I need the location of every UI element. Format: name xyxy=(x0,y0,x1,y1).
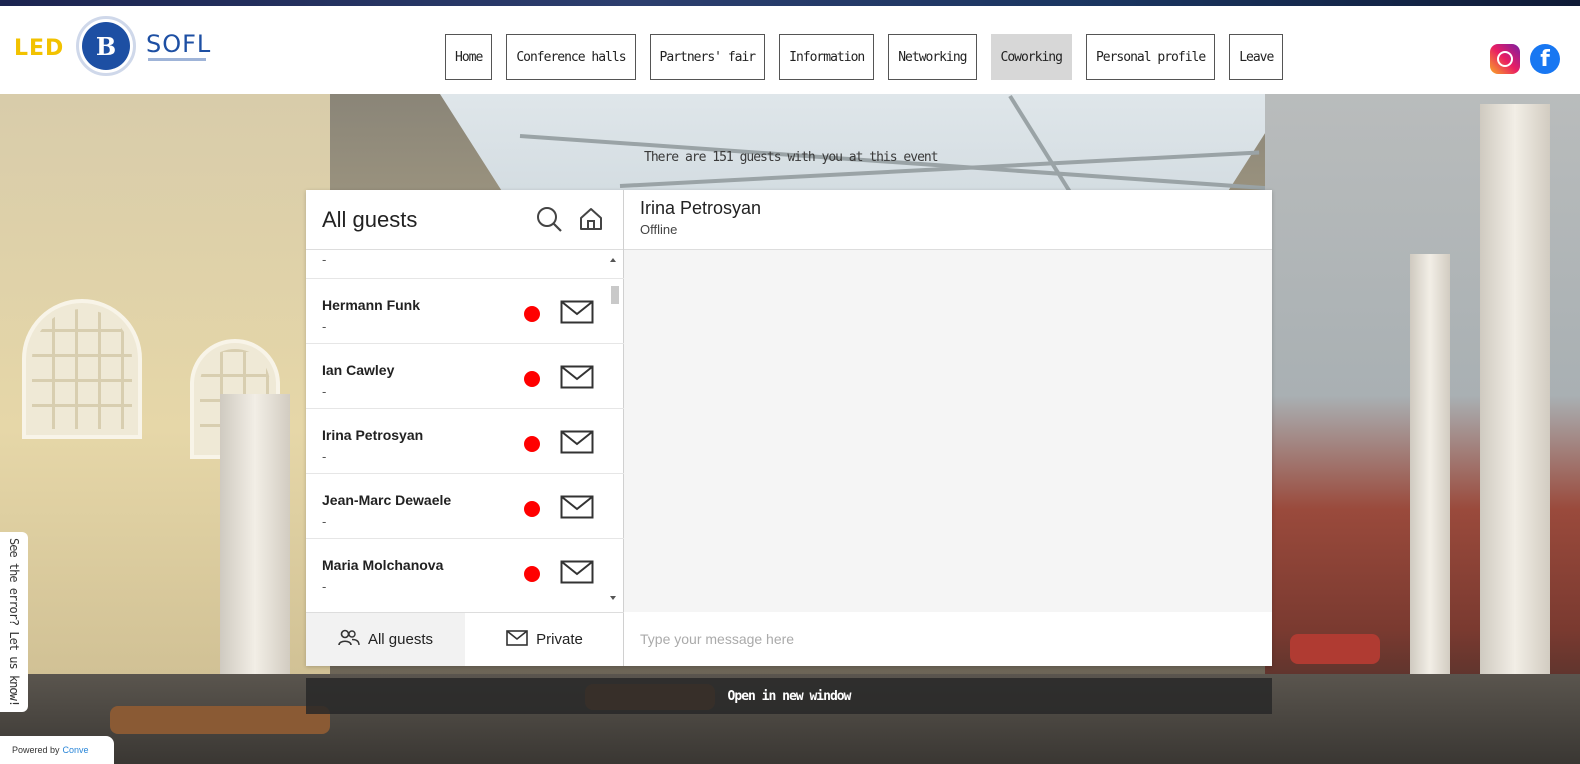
guest-row[interactable]: Ian Cawley - xyxy=(306,344,624,409)
hse-logo[interactable]: B xyxy=(76,16,136,76)
bg-column xyxy=(1410,254,1450,674)
scroll-thumb[interactable] xyxy=(611,286,619,304)
guest-list-scrollbar[interactable] xyxy=(609,254,619,604)
guest-list[interactable]: - Hermann Funk - Ian Cawley - Irina Petr… xyxy=(306,250,624,600)
mail-icon[interactable] xyxy=(560,430,594,459)
bg-column xyxy=(220,394,290,694)
people-icon xyxy=(338,629,360,651)
tab-all-guests-label: All guests xyxy=(367,631,434,648)
search-icon[interactable] xyxy=(534,204,564,234)
status-dot xyxy=(524,371,540,387)
status-dot xyxy=(524,306,540,322)
message-input[interactable] xyxy=(624,612,1272,666)
tab-private[interactable]: Private xyxy=(465,613,624,666)
home-icon[interactable] xyxy=(576,204,606,234)
message-area xyxy=(624,250,1272,612)
guest-subtitle: - xyxy=(322,252,327,267)
sofl-logo[interactable]: SOFL xyxy=(146,30,211,58)
instagram-lens xyxy=(1497,51,1513,67)
site-header: LED B SOFL Home Conference halls Partner… xyxy=(0,6,1580,94)
mail-icon[interactable] xyxy=(560,495,594,524)
guest-list-panel: All guests - Hermann Funk - Ian Cawley - xyxy=(306,190,624,666)
conversation-panel: Irina Petrosyan Offline xyxy=(624,190,1272,666)
nav-coworking[interactable]: Coworking xyxy=(990,34,1072,80)
sofl-logo-underline xyxy=(148,58,206,61)
main-nav: Home Conference halls Partners' fair Inf… xyxy=(445,34,1284,80)
nav-information[interactable]: Information xyxy=(779,34,875,80)
open-new-window-button[interactable]: Open in new window xyxy=(306,678,1272,714)
tab-private-label: Private xyxy=(536,631,583,648)
powered-by-badge[interactable]: Powered by Conve xyxy=(0,736,114,764)
nav-leave[interactable]: Leave xyxy=(1229,34,1284,80)
contact-status: Offline xyxy=(640,222,678,237)
nav-networking[interactable]: Networking xyxy=(888,34,977,80)
status-dot xyxy=(524,566,540,582)
mail-icon[interactable] xyxy=(560,365,594,394)
facebook-icon[interactable]: f xyxy=(1530,44,1560,74)
scroll-down-arrow-icon[interactable] xyxy=(610,596,616,600)
nav-partners-fair[interactable]: Partners' fair xyxy=(649,34,766,80)
powered-by-brand: Conve xyxy=(62,745,89,755)
bg-column xyxy=(1480,104,1550,684)
instagram-icon[interactable] xyxy=(1490,44,1520,74)
bg-window xyxy=(22,299,142,439)
contact-name: Irina Petrosyan xyxy=(640,198,762,218)
tab-all-guests[interactable]: All guests xyxy=(306,613,465,666)
guest-row[interactable]: Maria Molchanova - xyxy=(306,539,624,600)
nav-home[interactable]: Home xyxy=(445,34,493,80)
guest-row[interactable]: Jean-Marc Dewaele - xyxy=(306,474,624,539)
nav-conference-halls[interactable]: Conference halls xyxy=(506,34,636,80)
scroll-up-arrow-icon[interactable] xyxy=(610,258,616,262)
led-logo[interactable]: LED xyxy=(14,36,64,61)
error-report-label: See the error? Let us know! xyxy=(7,537,21,707)
envelope-icon xyxy=(506,629,528,650)
guest-list-tabs: All guests Private xyxy=(306,612,624,666)
bg-bench xyxy=(110,706,330,734)
guest-row[interactable]: Irina Petrosyan - xyxy=(306,409,624,474)
guest-list-header: All guests xyxy=(306,190,623,250)
conversation-header: Irina Petrosyan Offline xyxy=(624,190,1272,250)
guests-count-text: There are 151 guests with you at this ev… xyxy=(644,150,939,165)
hse-logo-mark: B xyxy=(82,22,130,70)
status-dot xyxy=(524,501,540,517)
guest-list-title: All guests xyxy=(322,206,418,232)
nav-personal-profile[interactable]: Personal profile xyxy=(1085,34,1216,80)
facebook-glyph: f xyxy=(1540,46,1550,72)
mail-icon[interactable] xyxy=(560,300,594,329)
guest-row-partial[interactable]: - xyxy=(306,252,624,279)
mail-icon[interactable] xyxy=(560,560,594,589)
chat-widget: All guests - Hermann Funk - Ian Cawley - xyxy=(306,190,1272,666)
powered-by-text: Powered by xyxy=(12,745,60,755)
bg-bench xyxy=(1290,634,1380,664)
guest-row[interactable]: Hermann Funk - xyxy=(306,279,624,344)
status-dot xyxy=(524,436,540,452)
error-report-tab[interactable]: See the error? Let us know! xyxy=(0,532,28,712)
